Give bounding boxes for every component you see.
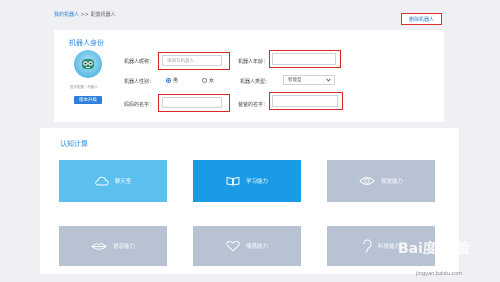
- ear-icon: [363, 239, 372, 253]
- gender-option-male[interactable]: 男: [166, 77, 178, 84]
- cloud-chat-icon: [95, 176, 109, 186]
- mom-name-label: 妈妈的名字：: [124, 102, 155, 108]
- baidu-watermark: Bai度 经验: [398, 241, 470, 257]
- watermark-url: jingyan.baidu.com: [416, 271, 463, 277]
- avatar-caption: 暂未配置 · 机器人: [70, 85, 98, 89]
- book-icon: [226, 176, 240, 186]
- breadcrumb-link-my-robots[interactable]: 我的机器人: [54, 12, 79, 18]
- heart-icon: [226, 240, 240, 252]
- lips-icon: [91, 242, 107, 250]
- robot-age-label: 机器人年龄：: [238, 59, 269, 65]
- robot-name-label: 机器人昵称：: [124, 59, 155, 65]
- identity-card: [54, 30, 444, 122]
- chevron-down-icon: [326, 78, 331, 82]
- robot-age-input[interactable]: [272, 53, 336, 65]
- cognition-section-title: 认知计算: [60, 140, 88, 148]
- eye-icon: [359, 177, 375, 185]
- robot-type-label: 机器人类型：: [240, 79, 271, 85]
- radio-unselected-icon: [202, 78, 207, 83]
- tile-emotion[interactable]: 情感能力: [193, 226, 301, 266]
- gender-option-female[interactable]: 女: [202, 77, 214, 84]
- delete-robot-button[interactable]: 删除机器人: [401, 13, 442, 25]
- breadcrumb: 我的机器人 >> 配置机器人: [54, 11, 116, 18]
- robot-name-input[interactable]: 请填写机器人: [162, 55, 222, 66]
- tile-learning[interactable]: 学习能力: [193, 160, 301, 202]
- mom-name-input[interactable]: [162, 97, 222, 108]
- dad-name-input[interactable]: [272, 95, 338, 107]
- dad-name-label: 爸爸的名字：: [238, 102, 269, 108]
- identity-section-title: 机器人身份: [69, 39, 104, 47]
- robot-gender-label: 机器人性别：: [124, 79, 155, 85]
- breadcrumb-separator: >>: [79, 12, 91, 18]
- tile-speech[interactable]: 语音能力: [59, 226, 167, 266]
- radio-selected-icon: [166, 78, 171, 83]
- version-upgrade-button[interactable]: 版本升级: [74, 96, 102, 104]
- robot-type-select[interactable]: 智能型: [283, 75, 335, 85]
- tile-vision[interactable]: 视觉能力: [327, 160, 435, 202]
- tile-chat-room[interactable]: 聊天室: [59, 160, 167, 202]
- robot-face-icon: [82, 59, 94, 69]
- robot-avatar[interactable]: [74, 50, 102, 78]
- breadcrumb-current: 配置机器人: [90, 12, 116, 18]
